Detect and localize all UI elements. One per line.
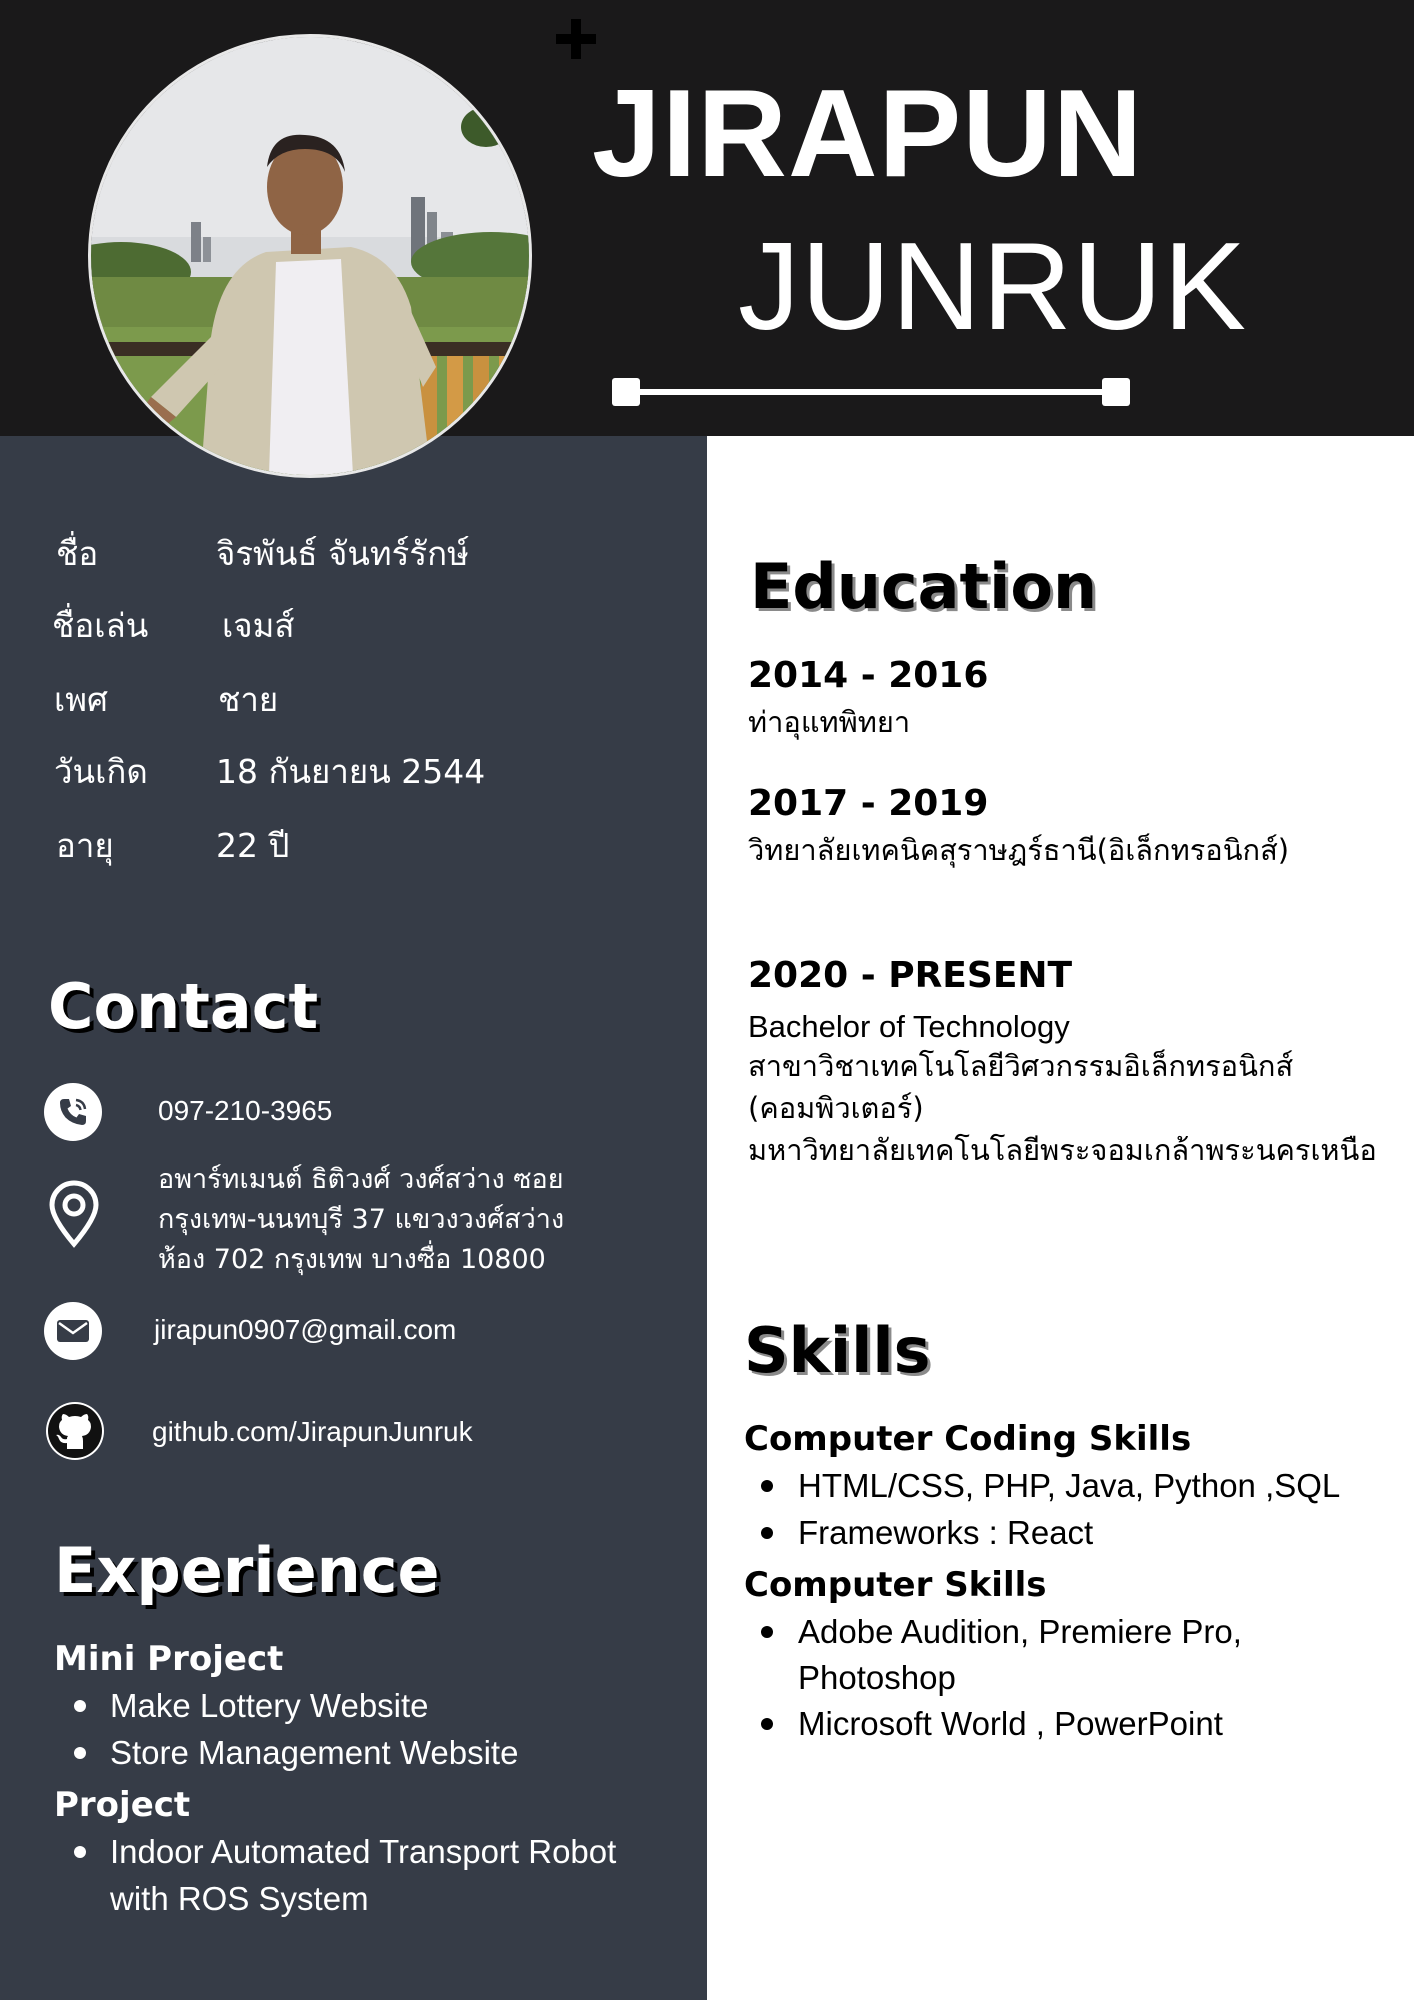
education-heading: Education bbox=[750, 550, 1098, 623]
email-link[interactable]: jirapun0907@gmail.com bbox=[154, 1314, 456, 1346]
contact-heading: Contact bbox=[48, 970, 319, 1043]
project-item-continued: with ROS System bbox=[110, 1880, 369, 1917]
bullet-icon bbox=[761, 1480, 773, 1492]
last-name-heading: JUNRUK bbox=[738, 218, 1247, 356]
computer-skill-item: Adobe Audition, Premiere Pro, bbox=[798, 1613, 1242, 1650]
phone-number[interactable]: 097-210-3965 bbox=[158, 1095, 332, 1127]
address-line-3: ห้อง 702 กรุงเทพ บางซื่อ 10800 bbox=[158, 1244, 546, 1275]
info-label-nickname: ชื่อเล่น bbox=[52, 606, 149, 645]
plus-decoration-icon bbox=[571, 19, 581, 59]
info-label-age: อายุ bbox=[56, 826, 114, 865]
name-divider-end bbox=[1102, 378, 1130, 406]
name-divider bbox=[624, 389, 1119, 395]
info-label-gender: เพศ bbox=[54, 680, 108, 719]
profile-photo-illustration bbox=[91, 37, 529, 475]
first-name-heading: JIRAPUN bbox=[592, 65, 1144, 203]
computer-skills-heading: Computer Skills bbox=[744, 1565, 1047, 1605]
address-line-2: กรุงเทพ-นนทบุรี 37 แขวงวงศ์สว่าง bbox=[158, 1204, 565, 1235]
education-degree: Bachelor of Technology bbox=[748, 1009, 1070, 1044]
experience-heading: Experience bbox=[54, 1534, 440, 1607]
address-line-1: อพาร์ทเมนต์ ธิติวงศ์ วงศ์สว่าง ซอย bbox=[158, 1164, 564, 1195]
bullet-icon bbox=[74, 1747, 86, 1759]
computer-skill-item-continued: Photoshop bbox=[798, 1659, 956, 1696]
skills-heading: Skills bbox=[744, 1314, 931, 1387]
info-label-name: ชื่อ bbox=[56, 534, 99, 573]
bullet-icon bbox=[74, 1846, 86, 1858]
location-pin-icon bbox=[42, 1178, 106, 1248]
bullet-icon bbox=[761, 1718, 773, 1730]
bullet-icon bbox=[761, 1626, 773, 1638]
project-item: Indoor Automated Transport Robot bbox=[110, 1833, 617, 1870]
coding-skill-item: Frameworks : React bbox=[798, 1514, 1094, 1551]
education-years: 2020 - PRESENT bbox=[748, 955, 1073, 996]
github-link[interactable]: github.com/JirapunJunruk bbox=[152, 1416, 473, 1448]
bullet-icon bbox=[761, 1527, 773, 1539]
education-major: สาขาวิชาเทคโนโลยีวิศวกรรมอิเล็กทรอนิกส์ bbox=[748, 1049, 1294, 1083]
education-years: 2014 - 2016 bbox=[748, 655, 989, 696]
coding-skill-item: HTML/CSS, PHP, Java, Python ,SQL bbox=[798, 1467, 1341, 1504]
project-heading: Project bbox=[54, 1785, 191, 1825]
mini-project-item: Store Management Website bbox=[110, 1734, 519, 1771]
name-divider-end bbox=[612, 378, 640, 406]
education-school: วิทยาลัยเทคนิคสุราษฎร์ธานี(อิเล็กทรอนิกส… bbox=[748, 833, 1290, 867]
education-years: 2017 - 2019 bbox=[748, 783, 989, 824]
mini-project-item: Make Lottery Website bbox=[110, 1687, 429, 1724]
mini-project-heading: Mini Project bbox=[54, 1639, 284, 1679]
education-university: มหาวิทยาลัยเทคโนโลยีพระจอมเกล้าพระนครเหน… bbox=[748, 1133, 1377, 1167]
github-icon bbox=[46, 1402, 104, 1460]
info-label-birthday: วันเกิด bbox=[54, 752, 148, 791]
info-value-nickname: เจมส์ bbox=[222, 606, 295, 645]
info-value-gender: ชาย bbox=[218, 680, 279, 719]
bullet-icon bbox=[74, 1700, 86, 1712]
education-major-note: (คอมพิวเตอร์) bbox=[748, 1091, 924, 1125]
phone-icon bbox=[44, 1083, 102, 1141]
education-school: ท่าอุแทพิทยา bbox=[748, 705, 911, 739]
info-value-age: 22 ปี bbox=[216, 826, 290, 865]
info-value-name: จิรพันธ์ จันทร์รักษ์ bbox=[216, 534, 469, 573]
mail-icon bbox=[44, 1302, 102, 1360]
info-value-birthday: 18 กันยายน 2544 bbox=[216, 752, 486, 791]
computer-skill-item: Microsoft World , PowerPoint bbox=[798, 1705, 1223, 1742]
coding-skills-heading: Computer Coding Skills bbox=[744, 1419, 1192, 1459]
profile-photo bbox=[88, 34, 532, 478]
